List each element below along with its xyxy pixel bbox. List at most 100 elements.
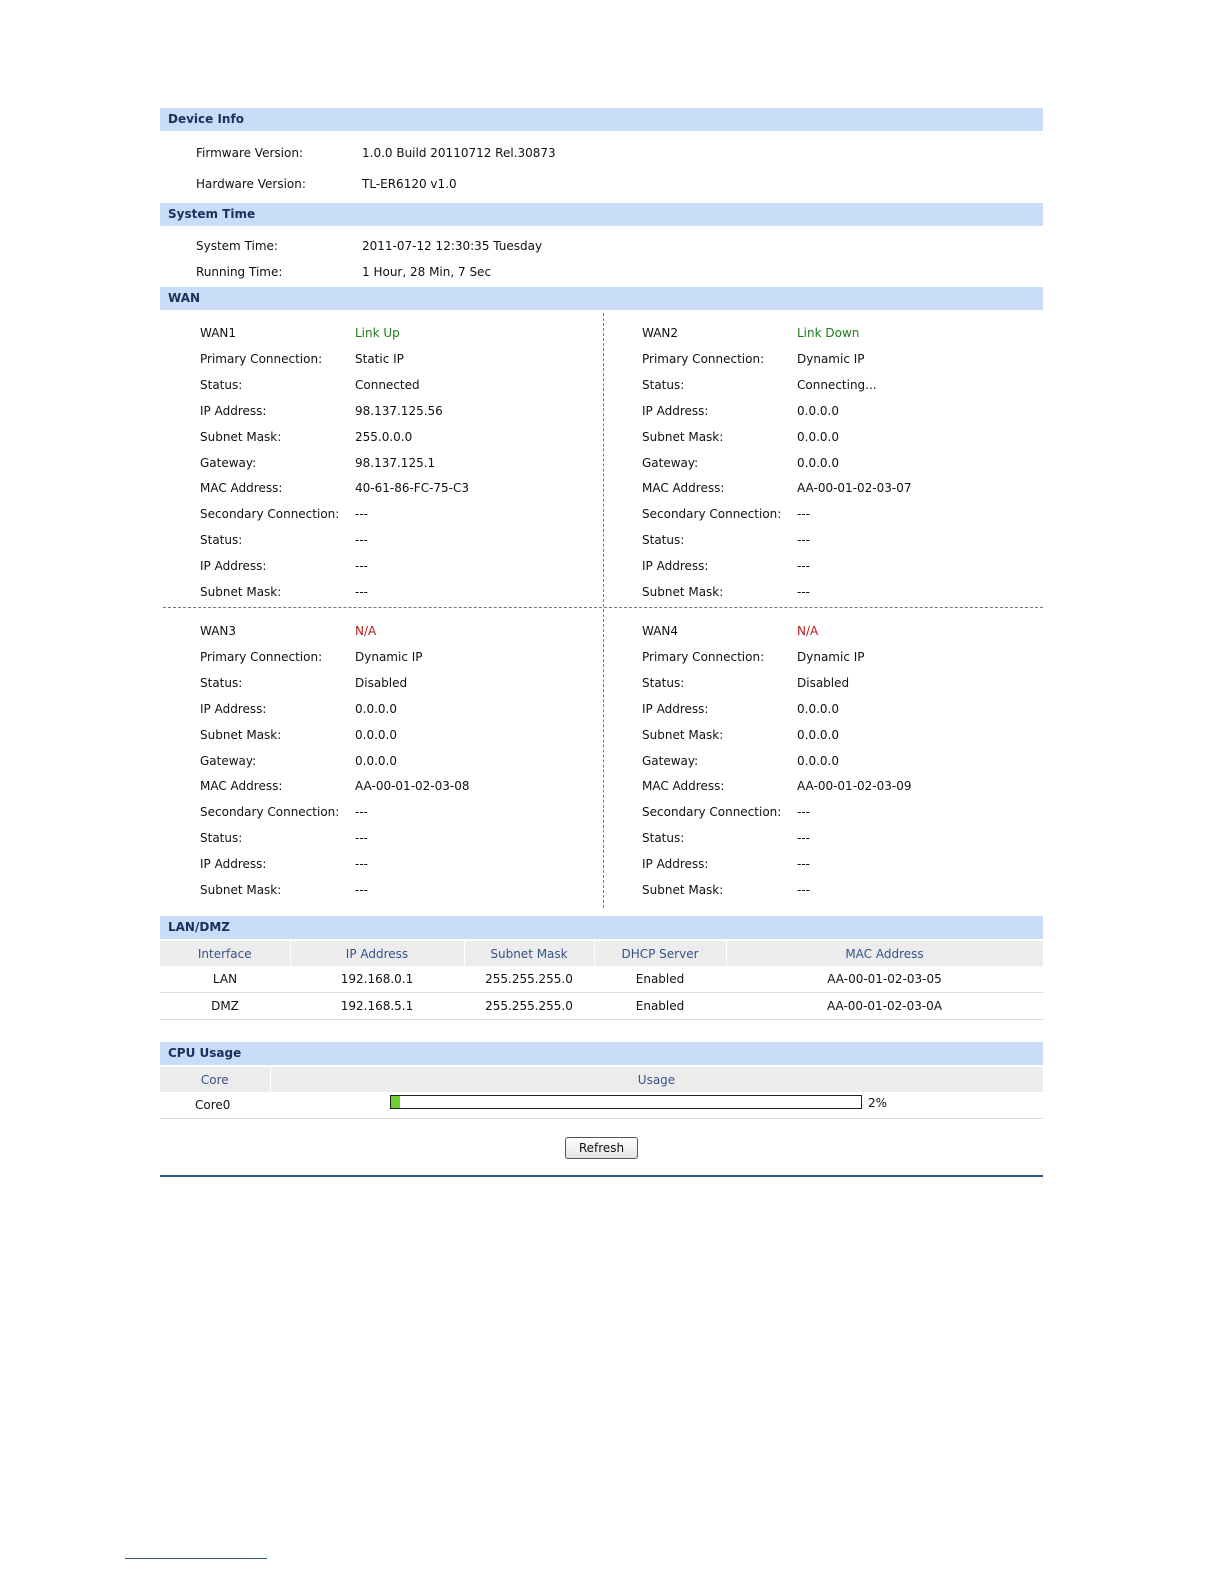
wan-sec-mask-value: --- bbox=[797, 883, 810, 897]
wan-mac-value: AA-00-01-02-03-08 bbox=[355, 779, 470, 793]
wan-sec-ip-value: --- bbox=[797, 857, 810, 871]
wan-ip-label: IP Address: bbox=[200, 404, 267, 418]
hardware-value: TL-ER6120 v1.0 bbox=[362, 177, 457, 191]
wan-gateway-label: Gateway: bbox=[642, 456, 699, 470]
wan-port-name: WAN4 bbox=[642, 624, 679, 638]
wan-sec-status-label: Status: bbox=[200, 533, 243, 547]
wan-ip-label: IP Address: bbox=[642, 404, 709, 418]
wan-status-value: Disabled bbox=[797, 676, 850, 690]
wan-mask-value: 255.0.0.0 bbox=[355, 430, 413, 444]
running-time-label: Running Time: bbox=[196, 265, 283, 279]
cell-ip: 192.168.0.1 bbox=[290, 966, 464, 993]
wan-sec-mask-value: --- bbox=[797, 585, 810, 599]
wan-gateway-value: 98.137.125.1 bbox=[355, 456, 436, 470]
wan-vertical-divider bbox=[603, 313, 604, 908]
wan-gateway-value: 0.0.0.0 bbox=[797, 754, 839, 768]
wan-mac-label: MAC Address: bbox=[200, 481, 283, 495]
wan-ip-value: 0.0.0.0 bbox=[355, 702, 397, 716]
wan-mask-value: 0.0.0.0 bbox=[355, 728, 397, 742]
wan-header: WAN bbox=[160, 287, 1043, 310]
wan-link-status: N/A bbox=[355, 624, 377, 638]
wan-sec-ip-label: IP Address: bbox=[200, 857, 267, 871]
wan-sec-mask-label: Subnet Mask: bbox=[200, 883, 282, 897]
cell-mask: 255.255.255.0 bbox=[464, 992, 594, 1020]
col-mac-address: MAC Address bbox=[726, 941, 1044, 966]
wan-mac-label: MAC Address: bbox=[642, 779, 725, 793]
wan-primary-value: Dynamic IP bbox=[797, 650, 865, 664]
wan-gateway-value: 0.0.0.0 bbox=[355, 754, 397, 768]
cpu-usage-bar-fill bbox=[391, 1096, 401, 1108]
system-time-header: System Time bbox=[160, 203, 1043, 226]
wan-status-label: Status: bbox=[642, 378, 685, 392]
table-row: LAN 192.168.0.1 255.255.255.0 Enabled AA… bbox=[160, 966, 1043, 993]
firmware-label: Firmware Version: bbox=[196, 146, 303, 160]
wan-mask-label: Subnet Mask: bbox=[642, 430, 724, 444]
wan-primary-label: Primary Connection: bbox=[200, 352, 323, 366]
cell-interface: DMZ bbox=[160, 992, 290, 1020]
wan-mac-value: AA-00-01-02-03-07 bbox=[797, 481, 912, 495]
cpu-usage-percent: 2% bbox=[868, 1096, 888, 1110]
wan-primary-label: Primary Connection: bbox=[642, 352, 765, 366]
wan-sec-status-value: --- bbox=[797, 831, 810, 845]
wan-ip-value: 98.137.125.56 bbox=[355, 404, 443, 418]
wan-link-status: N/A bbox=[797, 624, 819, 638]
wan-sec-ip-value: --- bbox=[797, 559, 810, 573]
device-info-header: Device Info bbox=[160, 108, 1043, 131]
firmware-value: 1.0.0 Build 20110712 Rel.30873 bbox=[362, 146, 556, 160]
col-dhcp-server: DHCP Server bbox=[594, 941, 727, 966]
cell-dhcp: Enabled bbox=[594, 992, 726, 1020]
wan-mask-label: Subnet Mask: bbox=[642, 728, 724, 742]
wan-ip-value: 0.0.0.0 bbox=[797, 702, 839, 716]
wan-sec-status-value: --- bbox=[797, 533, 810, 547]
wan-port-name: WAN1 bbox=[200, 326, 237, 340]
wan-link-status: Link Up bbox=[355, 326, 400, 340]
wan-sec-ip-value: --- bbox=[355, 857, 368, 871]
wan-horizontal-divider bbox=[163, 607, 1043, 608]
wan-status-value: Connecting... bbox=[797, 378, 877, 392]
wan-sec-ip-value: --- bbox=[355, 559, 368, 573]
wan-sec-mask-label: Subnet Mask: bbox=[200, 585, 282, 599]
wan-sec-mask-value: --- bbox=[355, 585, 368, 599]
wan-primary-value: Dynamic IP bbox=[355, 650, 423, 664]
wan-mac-label: MAC Address: bbox=[642, 481, 725, 495]
wan-secondary-value: --- bbox=[797, 507, 810, 521]
wan-primary-label: Primary Connection: bbox=[642, 650, 765, 664]
lan-dmz-header-row: Interface IP Address Subnet Mask DHCP Se… bbox=[160, 941, 1044, 966]
wan-gateway-label: Gateway: bbox=[200, 456, 257, 470]
col-core: Core bbox=[160, 1067, 271, 1092]
wan-mac-value: 40-61-86-FC-75-C3 bbox=[355, 481, 470, 495]
running-time-value: 1 Hour, 28 Min, 7 Sec bbox=[362, 265, 492, 279]
lan-dmz-table: Interface IP Address Subnet Mask DHCP Se… bbox=[160, 941, 1044, 1020]
wan-mask-label: Subnet Mask: bbox=[200, 430, 282, 444]
wan-mask-value: 0.0.0.0 bbox=[797, 728, 839, 742]
cpu-usage-header: CPU Usage bbox=[160, 1042, 1043, 1065]
wan-secondary-value: --- bbox=[355, 507, 368, 521]
wan-port-name: WAN2 bbox=[642, 326, 679, 340]
wan-primary-value: Dynamic IP bbox=[797, 352, 865, 366]
wan-status-value: Disabled bbox=[355, 676, 408, 690]
wan-sec-status-value: --- bbox=[355, 831, 368, 845]
wan-sec-ip-label: IP Address: bbox=[642, 559, 709, 573]
wan-mac-value: AA-00-01-02-03-09 bbox=[797, 779, 912, 793]
wan-gateway-label: Gateway: bbox=[200, 754, 257, 768]
wan-mask-label: Subnet Mask: bbox=[200, 728, 282, 742]
wan-sec-ip-label: IP Address: bbox=[200, 559, 267, 573]
wan-ip-value: 0.0.0.0 bbox=[797, 404, 839, 418]
system-time-value: 2011-07-12 12:30:35 Tuesday bbox=[362, 239, 543, 253]
wan-status-label: Status: bbox=[200, 676, 243, 690]
system-time-label: System Time: bbox=[196, 239, 278, 253]
wan-sec-status-label: Status: bbox=[642, 831, 685, 845]
wan-ip-label: IP Address: bbox=[642, 702, 709, 716]
footnote-rule bbox=[125, 1558, 267, 1559]
cell-ip: 192.168.5.1 bbox=[290, 992, 464, 1020]
wan-link-status: Link Down bbox=[797, 326, 860, 340]
wan-primary-label: Primary Connection: bbox=[200, 650, 323, 664]
col-usage: Usage bbox=[270, 1067, 1044, 1092]
refresh-button[interactable]: Refresh bbox=[565, 1137, 638, 1159]
cpu-core-name: Core0 bbox=[160, 1092, 270, 1119]
wan-sec-mask-label: Subnet Mask: bbox=[642, 585, 724, 599]
cell-dhcp: Enabled bbox=[594, 966, 726, 993]
wan-sec-mask-label: Subnet Mask: bbox=[642, 883, 724, 897]
wan-port-name: WAN3 bbox=[200, 624, 237, 638]
cell-mac: AA-00-01-02-03-05 bbox=[726, 966, 1043, 993]
